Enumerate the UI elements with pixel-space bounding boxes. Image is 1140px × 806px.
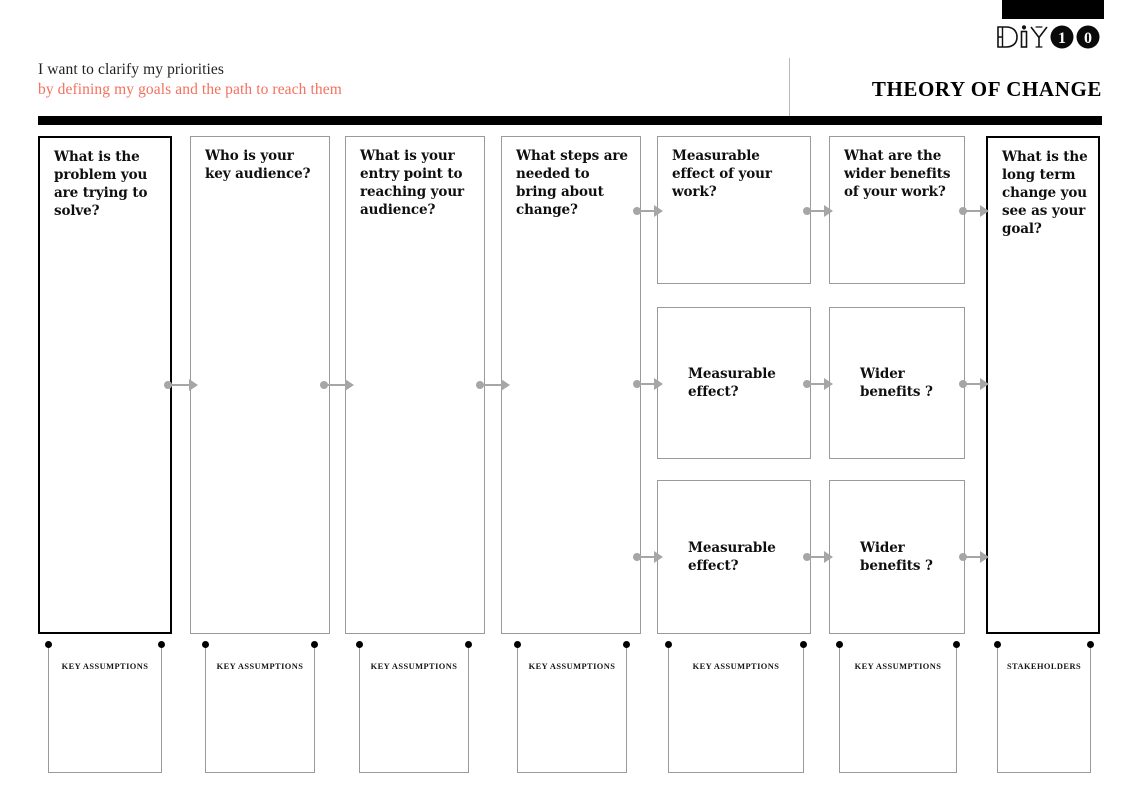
assumptions-box-3-label: KEY ASSUMPTIONS	[360, 662, 468, 671]
theory-of-change-board: What is the problem you are trying to so…	[0, 0, 1140, 806]
assumptions-box-1-label: KEY ASSUMPTIONS	[49, 662, 161, 671]
column-entry-point-label: What is your entry point to reaching you…	[360, 147, 474, 219]
assumption-corner-dot-icon	[45, 641, 52, 648]
assumptions-box-1[interactable]: KEY ASSUMPTIONS	[48, 644, 162, 773]
assumption-corner-dot-icon	[800, 641, 807, 648]
cell-wider-benefits-2-label: Wider benefits ?	[860, 365, 952, 401]
assumption-corner-dot-icon	[953, 641, 960, 648]
cell-measurable-effect-2-label: Measurable effect?	[688, 365, 798, 401]
assumptions-box-4-label: KEY ASSUMPTIONS	[518, 662, 626, 671]
assumptions-box-5[interactable]: KEY ASSUMPTIONS	[668, 644, 804, 773]
assumption-corner-dot-icon	[356, 641, 363, 648]
assumptions-box-6[interactable]: KEY ASSUMPTIONS	[839, 644, 957, 773]
assumption-corner-dot-icon	[158, 641, 165, 648]
cell-wider-benefits-2[interactable]: Wider benefits ?	[829, 307, 965, 459]
stakeholders-box[interactable]: STAKEHOLDERS	[997, 644, 1091, 773]
connector-line	[963, 210, 981, 212]
column-key-audience[interactable]: Who is your key audience?	[190, 136, 330, 634]
assumption-corner-dot-icon	[514, 641, 521, 648]
assumptions-box-6-label: KEY ASSUMPTIONS	[840, 662, 956, 671]
column-measurable-effect[interactable]: Measurable effect of your work?	[657, 136, 811, 284]
assumption-corner-dot-icon	[623, 641, 630, 648]
cell-measurable-effect-3[interactable]: Measurable effect?	[657, 480, 811, 634]
column-entry-point[interactable]: What is your entry point to reaching you…	[345, 136, 485, 634]
column-measurable-effect-label: Measurable effect of your work?	[672, 147, 800, 201]
assumption-corner-dot-icon	[202, 641, 209, 648]
cell-measurable-effect-3-label: Measurable effect?	[688, 539, 798, 575]
cell-wider-benefits-3[interactable]: Wider benefits ?	[829, 480, 965, 634]
assumption-corner-dot-icon	[1087, 641, 1094, 648]
column-long-term-change-label: What is the long term change you see as …	[1002, 148, 1088, 238]
assumptions-box-3[interactable]: KEY ASSUMPTIONS	[359, 644, 469, 773]
column-wider-benefits[interactable]: What are the wider benefits of your work…	[829, 136, 965, 284]
column-problem[interactable]: What is the problem you are trying to so…	[38, 136, 172, 634]
assumptions-box-2[interactable]: KEY ASSUMPTIONS	[205, 644, 315, 773]
column-long-term-change[interactable]: What is the long term change you see as …	[986, 136, 1100, 634]
assumptions-box-5-label: KEY ASSUMPTIONS	[669, 662, 803, 671]
column-steps[interactable]: What steps are needed to bring about cha…	[501, 136, 641, 634]
assumptions-box-4[interactable]: KEY ASSUMPTIONS	[517, 644, 627, 773]
column-wider-benefits-label: What are the wider benefits of your work…	[844, 147, 954, 201]
assumption-corner-dot-icon	[465, 641, 472, 648]
cell-measurable-effect-2[interactable]: Measurable effect?	[657, 307, 811, 459]
column-problem-label: What is the problem you are trying to so…	[54, 148, 160, 220]
assumption-corner-dot-icon	[311, 641, 318, 648]
connector-line	[963, 556, 981, 558]
column-steps-label: What steps are needed to bring about cha…	[516, 147, 630, 219]
assumptions-box-2-label: KEY ASSUMPTIONS	[206, 662, 314, 671]
assumption-corner-dot-icon	[836, 641, 843, 648]
stakeholders-box-label: STAKEHOLDERS	[998, 662, 1090, 671]
cell-wider-benefits-3-label: Wider benefits ?	[860, 539, 952, 575]
assumption-corner-dot-icon	[665, 641, 672, 648]
assumption-corner-dot-icon	[994, 641, 1001, 648]
connector-line	[963, 383, 981, 385]
column-key-audience-label: Who is your key audience?	[205, 147, 319, 183]
